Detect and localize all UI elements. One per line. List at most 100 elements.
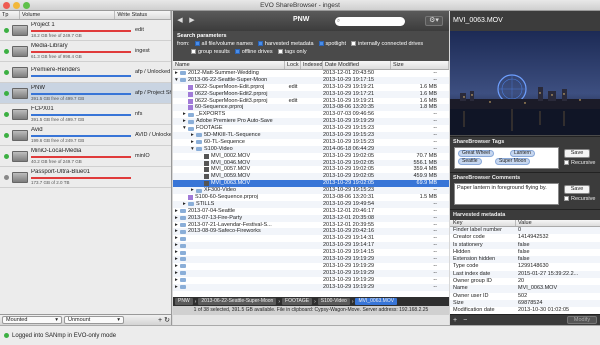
refresh-icon[interactable]: ↻ [164, 316, 170, 324]
table-row[interactable]: ▸ 2013-10-29 19:14:31 -- [173, 235, 449, 242]
table-row[interactable]: MVI_0059.MOV 2013-10-29 19:02:05 459.9 MB [173, 173, 449, 181]
volume-row[interactable]: MiniO-Local-Media 40.2 GB free of 249.7 G… [0, 146, 171, 167]
metadata-row[interactable]: Is stationery false [450, 241, 600, 249]
table-row[interactable]: ▸ 2013-10-29 19:14:15 -- [173, 249, 449, 256]
volume-row[interactable]: PNW 391.5 GB free of 499.7 GB afp / Projec… [0, 83, 171, 104]
table-row[interactable]: MVI_0002.MOV 2013-10-29 19:02:05 70.7 MB [173, 153, 449, 160]
search-option[interactable]: harvested metadata [257, 41, 314, 47]
table-row[interactable]: 0622-SuperMoon-Edit2.prproj 2013-10-29 19… [173, 90, 449, 98]
table-row[interactable]: ▸ 2013-08-09-Safeco-Fireworks 2013-10-29 2… [173, 228, 449, 236]
tags-field[interactable]: Great Wheel Lantern Seattle Super Moon [454, 147, 559, 169]
volume-row[interactable]: Passport-Ultra-Blue01 173.7 GB of 2.0 TB [0, 167, 171, 188]
breadcrumb-item[interactable]: 2013-06-22-Seattle-Super-Moon [198, 298, 277, 305]
col-write-status[interactable]: Write Status [115, 11, 171, 19]
tag-chip[interactable]: Great Wheel [458, 150, 495, 157]
table-row[interactable]: 60-Sequence.prproj 2013-08-06 13:20:35 1.8… [173, 104, 449, 112]
add-icon[interactable]: + [158, 317, 162, 324]
volume-row[interactable]: Media-Library 61.3 GB free of 998.4 GB ing… [0, 41, 171, 62]
col-date-modified[interactable]: Date Modified [323, 61, 391, 69]
table-row[interactable]: ▸ 2013-10-29 19:19:29 -- [173, 269, 449, 277]
table-row[interactable]: 0622-SuperMoon-Edit3.prproj edit 2013-10-2… [173, 98, 449, 105]
col-indexed[interactable]: Indexed [301, 61, 323, 69]
table-row[interactable]: ▸ Adobe Premiere Pro Auto-Save 2013-10-29 … [173, 118, 449, 126]
save-comment-button[interactable]: Save [564, 185, 590, 194]
forward-icon[interactable]: ▶ [187, 16, 197, 26]
breadcrumb-item[interactable]: S100-Video [317, 298, 350, 305]
metadata-row[interactable]: Finder label number 0 [450, 227, 600, 235]
video-preview[interactable] [450, 31, 600, 135]
back-icon[interactable]: ◀ [175, 16, 185, 26]
col-name[interactable]: Name [173, 61, 285, 69]
table-row[interactable]: ▸ XF300-Video 2013-10-29 19:15:23 -- [173, 187, 449, 195]
search-input[interactable]: ⌕ [335, 17, 405, 26]
volume-row[interactable]: Premiere-Renders afp / Unlocked [0, 62, 171, 83]
metadata-row[interactable]: Owner group ID 20 [450, 278, 600, 285]
col-key[interactable]: Key [450, 220, 516, 226]
col-tp[interactable]: Tp [0, 11, 20, 19]
table-row[interactable]: ▸ 5D-MKIII-TL-Sequence 2013-10-29 19:15:23… [173, 132, 449, 139]
metadata-row[interactable]: Creator code 1414942532 [450, 234, 600, 241]
save-tags-button[interactable]: Save [564, 149, 590, 158]
search-option[interactable]: spotlight [318, 41, 346, 47]
search-option[interactable]: offline drives [234, 49, 273, 55]
metadata-row[interactable]: Owner user ID 502 [450, 293, 600, 300]
table-row[interactable]: ▸ 2012-Matt-Summer-Wedding 2013-12-01 20:4… [173, 70, 449, 77]
metadata-row[interactable]: Last index date 2015-01-27 15:39:22.2... [450, 270, 600, 279]
recursive-comment-checkbox[interactable]: Recursive [564, 196, 595, 202]
unmount-select[interactable]: Unmount ▾ [64, 316, 124, 324]
table-row[interactable]: S100-60-Sequence.prproj 2013-08-06 13:20:… [173, 194, 449, 201]
add-icon[interactable]: + [453, 317, 457, 324]
search-option[interactable]: internally connected drives [351, 41, 423, 47]
search-option[interactable]: all file/volume names [194, 41, 253, 47]
volume-row[interactable]: Project 1 18.2 GB free of 249.7 GB edit [0, 20, 171, 41]
search-option[interactable]: group results [191, 49, 230, 55]
file-date: 2013-10-29 19:19:29 [323, 283, 375, 290]
table-row[interactable]: ▸ _EXPORTS 2013-07-03 09:46:56 -- [173, 111, 449, 118]
table-row[interactable]: ▸ 2013-07-21-Lavendar-Festival-S... 2013-1… [173, 222, 449, 229]
table-row[interactable]: ▸ 2013-10-29 19:19:29 -- [173, 283, 449, 291]
gear-icon[interactable]: ⚙▾ [425, 16, 443, 26]
table-row[interactable]: ▸ 2013-10-29 19:19:29 -- [173, 263, 449, 270]
metadata-row[interactable]: Extension hidden false [450, 256, 600, 264]
mounted-select[interactable]: Mounted ▾ [2, 316, 62, 324]
table-row[interactable]: ▸ 2013-10-29 19:19:29 -- [173, 277, 449, 284]
table-row[interactable]: MVI_0046.MOV 2013-10-29 19:02:05 556.1 MB [173, 159, 449, 167]
col-volume[interactable]: Volume [20, 11, 116, 19]
tag-chip[interactable]: Super Moon [495, 158, 531, 165]
col-size[interactable]: Size [391, 61, 449, 69]
modify-button[interactable]: Modify [567, 316, 597, 324]
comment-field[interactable]: Paper lantern in foreground flying by. [454, 183, 559, 205]
search-option[interactable]: tags only [277, 49, 307, 55]
breadcrumb-item[interactable]: PNW [175, 298, 193, 305]
col-value[interactable]: Value [516, 220, 600, 226]
table-row[interactable]: ▾ FOOTAGE 2013-10-29 19:15:23 -- [173, 125, 449, 132]
zoom-icon[interactable] [23, 2, 30, 9]
breadcrumb-item[interactable]: MVI_0063.MOV [355, 298, 398, 305]
table-row[interactable]: ▾ S100-Video 2014-06-18 06:44:29 -- [173, 145, 449, 153]
minimize-icon[interactable] [13, 2, 20, 9]
table-row[interactable]: ▸ 60-TL-Sequence 2013-10-29 19:15:23 -- [173, 139, 449, 146]
metadata-row[interactable]: Hidden false [450, 249, 600, 256]
table-row[interactable]: ▸ 2013-10-29 19:14:17 -- [173, 242, 449, 250]
table-row[interactable]: MVI_0063.MOV 2013-10-29 19:02:05 69.9 MB [173, 180, 449, 188]
tag-chip[interactable]: Lantern [510, 150, 535, 157]
table-row[interactable]: ▾ 2013-06-22-Seattle-Super-Moon 2013-10-29… [173, 76, 449, 84]
table-row[interactable]: 0622-SuperMoon-Edit.prproj edit 2013-10-29… [173, 84, 449, 91]
table-row[interactable]: ▸ 2013-07-04-Seattle 2013-12-01 20:46:17 -- [173, 208, 449, 215]
table-row[interactable]: ▸ 2013-07-13-Fire-Party 2013-12-01 20:35:0… [173, 214, 449, 222]
metadata-row[interactable]: Name MVI_0063.MOV [450, 285, 600, 293]
table-row[interactable]: ▸ 2013-10-29 19:19:29 -- [173, 256, 449, 263]
remove-icon[interactable]: − [463, 317, 467, 324]
table-row[interactable]: MVI_0057.MOV 2013-10-29 19:02:05 359.4 MB [173, 166, 449, 173]
volume-row[interactable]: FCPX01 391.5 GB free of 499.7 GB nfs [0, 104, 171, 125]
tag-chip[interactable]: Seattle [458, 158, 482, 165]
metadata-row[interactable]: Size 69878524 [450, 299, 600, 308]
metadata-row[interactable]: Type code 1299148630 [450, 263, 600, 270]
table-row[interactable]: ▸ STILLS 2013-10-29 19:49:54 -- [173, 200, 449, 208]
volume-row[interactable]: Avid 199.6 GB free of 249.7 GB AVID / Unlo… [0, 125, 171, 146]
breadcrumb-item[interactable]: FOOTAGE [282, 298, 313, 305]
col-lock[interactable]: Lock [285, 61, 301, 69]
metadata-value: 69878524 [518, 299, 543, 306]
close-icon[interactable] [3, 2, 10, 9]
recursive-tags-checkbox[interactable]: Recursive [564, 160, 595, 166]
